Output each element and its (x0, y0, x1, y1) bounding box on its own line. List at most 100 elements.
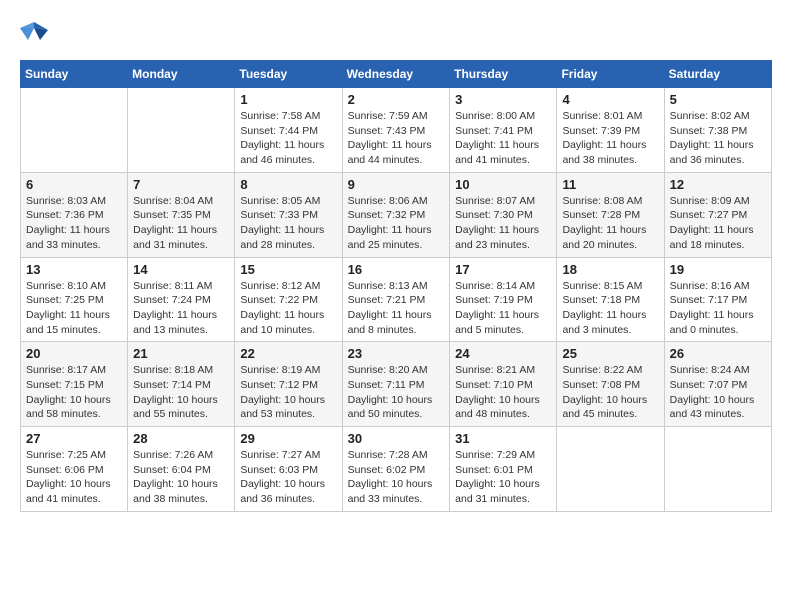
calendar-cell: 25 Sunrise: 8:22 AMSunset: 7:08 PMDayligh… (557, 342, 664, 427)
day-number: 25 (562, 346, 658, 361)
day-info: Sunrise: 8:05 AMSunset: 7:33 PMDaylight:… (240, 194, 336, 253)
day-number: 12 (670, 177, 766, 192)
calendar-week-3: 13 Sunrise: 8:10 AMSunset: 7:25 PMDayligh… (21, 257, 772, 342)
day-number: 5 (670, 92, 766, 107)
day-number: 13 (26, 262, 122, 277)
calendar-cell: 31 Sunrise: 7:29 AMSunset: 6:01 PMDayligh… (450, 427, 557, 512)
day-info: Sunrise: 8:16 AMSunset: 7:17 PMDaylight:… (670, 279, 766, 338)
day-number: 27 (26, 431, 122, 446)
day-info: Sunrise: 8:11 AMSunset: 7:24 PMDaylight:… (133, 279, 229, 338)
calendar-cell: 21Sunrise: 8:18 AMSunset: 7:14 PMDayligh… (128, 342, 235, 427)
calendar-cell: 12 Sunrise: 8:09 AMSunset: 7:27 PMDayligh… (664, 172, 771, 257)
day-number: 26 (670, 346, 766, 361)
day-number: 6 (26, 177, 122, 192)
calendar-cell: 19 Sunrise: 8:16 AMSunset: 7:17 PMDayligh… (664, 257, 771, 342)
day-info: Sunrise: 8:13 AMSunset: 7:21 PMDaylight:… (348, 279, 445, 338)
calendar-cell: 9 Sunrise: 8:06 AMSunset: 7:32 PMDaylight… (342, 172, 450, 257)
day-number: 16 (348, 262, 445, 277)
day-number: 30 (348, 431, 445, 446)
day-info: Sunrise: 8:21 AMSunset: 7:10 PMDaylight:… (455, 363, 551, 422)
day-number: 31 (455, 431, 551, 446)
calendar-cell: 2 Sunrise: 7:59 AMSunset: 7:43 PMDaylight… (342, 88, 450, 173)
day-number: 17 (455, 262, 551, 277)
calendar-cell: 15 Sunrise: 8:12 AMSunset: 7:22 PMDayligh… (235, 257, 342, 342)
calendar-cell: 28 Sunrise: 7:26 AMSunset: 6:04 PMDayligh… (128, 427, 235, 512)
day-info: Sunrise: 7:29 AMSunset: 6:01 PMDaylight:… (455, 448, 551, 507)
day-number: 23 (348, 346, 445, 361)
day-info: Sunrise: 8:22 AMSunset: 7:08 PMDaylight:… (562, 363, 658, 422)
day-info: Sunrise: 8:19 AMSunset: 7:12 PMDaylight:… (240, 363, 336, 422)
day-info: Sunrise: 8:01 AMSunset: 7:39 PMDaylight:… (562, 109, 658, 168)
day-number: 29 (240, 431, 336, 446)
day-info: Sunrise: 7:58 AMSunset: 7:44 PMDaylight:… (240, 109, 336, 168)
day-number: 19 (670, 262, 766, 277)
day-number: 1 (240, 92, 336, 107)
calendar-cell: 1 Sunrise: 7:58 AMSunset: 7:44 PMDaylight… (235, 88, 342, 173)
day-info: Sunrise: 7:59 AMSunset: 7:43 PMDaylight:… (348, 109, 445, 168)
day-info: Sunrise: 8:12 AMSunset: 7:22 PMDaylight:… (240, 279, 336, 338)
calendar-cell: 23 Sunrise: 8:20 AMSunset: 7:11 PMDayligh… (342, 342, 450, 427)
day-info: Sunrise: 8:08 AMSunset: 7:28 PMDaylight:… (562, 194, 658, 253)
day-number: 28 (133, 431, 229, 446)
day-info: Sunrise: 7:28 AMSunset: 6:02 PMDaylight:… (348, 448, 445, 507)
day-number: 15 (240, 262, 336, 277)
calendar-cell (128, 88, 235, 173)
weekday-header-sunday: Sunday (21, 61, 128, 88)
day-info: Sunrise: 7:27 AMSunset: 6:03 PMDaylight:… (240, 448, 336, 507)
day-number: 10 (455, 177, 551, 192)
day-info: Sunrise: 8:15 AMSunset: 7:18 PMDaylight:… (562, 279, 658, 338)
calendar-cell: 16 Sunrise: 8:13 AMSunset: 7:21 PMDayligh… (342, 257, 450, 342)
calendar-cell: 24 Sunrise: 8:21 AMSunset: 7:10 PMDayligh… (450, 342, 557, 427)
day-number: 20 (26, 346, 122, 361)
day-number: 3 (455, 92, 551, 107)
day-number: 22 (240, 346, 336, 361)
day-number: 24 (455, 346, 551, 361)
calendar-cell: 27 Sunrise: 7:25 AMSunset: 6:06 PMDayligh… (21, 427, 128, 512)
weekday-header-row: SundayMondayTuesdayWednesdayThursdayFrid… (21, 61, 772, 88)
day-info: Sunrise: 8:14 AMSunset: 7:19 PMDaylight:… (455, 279, 551, 338)
day-number: 21 (133, 346, 229, 361)
day-number: 2 (348, 92, 445, 107)
day-number: 18 (562, 262, 658, 277)
logo-icon (20, 20, 48, 44)
day-info: Sunrise: 8:10 AMSunset: 7:25 PMDaylight:… (26, 279, 122, 338)
day-info: Sunrise: 7:25 AMSunset: 6:06 PMDaylight:… (26, 448, 122, 507)
calendar-cell (21, 88, 128, 173)
calendar-cell: 14Sunrise: 8:11 AMSunset: 7:24 PMDayligh… (128, 257, 235, 342)
calendar-week-4: 20 Sunrise: 8:17 AMSunset: 7:15 PMDayligh… (21, 342, 772, 427)
weekday-header-saturday: Saturday (664, 61, 771, 88)
day-info: Sunrise: 7:26 AMSunset: 6:04 PMDaylight:… (133, 448, 229, 507)
calendar-cell: 7Sunrise: 8:04 AMSunset: 7:35 PMDaylight… (128, 172, 235, 257)
weekday-header-tuesday: Tuesday (235, 61, 342, 88)
calendar-cell: 8 Sunrise: 8:05 AMSunset: 7:33 PMDaylight… (235, 172, 342, 257)
day-info: Sunrise: 8:06 AMSunset: 7:32 PMDaylight:… (348, 194, 445, 253)
calendar-cell: 10 Sunrise: 8:07 AMSunset: 7:30 PMDayligh… (450, 172, 557, 257)
day-info: Sunrise: 8:04 AMSunset: 7:35 PMDaylight:… (133, 194, 229, 253)
calendar-week-5: 27 Sunrise: 7:25 AMSunset: 6:06 PMDayligh… (21, 427, 772, 512)
weekday-header-wednesday: Wednesday (342, 61, 450, 88)
calendar-cell: 4Sunrise: 8:01 AMSunset: 7:39 PMDaylight… (557, 88, 664, 173)
calendar-cell: 5 Sunrise: 8:02 AMSunset: 7:38 PMDaylight… (664, 88, 771, 173)
calendar-cell: 29 Sunrise: 7:27 AMSunset: 6:03 PMDayligh… (235, 427, 342, 512)
calendar-week-1: 1 Sunrise: 7:58 AMSunset: 7:44 PMDaylight… (21, 88, 772, 173)
day-info: Sunrise: 8:07 AMSunset: 7:30 PMDaylight:… (455, 194, 551, 253)
calendar-table: SundayMondayTuesdayWednesdayThursdayFrid… (20, 60, 772, 512)
day-info: Sunrise: 8:17 AMSunset: 7:15 PMDaylight:… (26, 363, 122, 422)
day-info: Sunrise: 8:20 AMSunset: 7:11 PMDaylight:… (348, 363, 445, 422)
calendar-cell: 17 Sunrise: 8:14 AMSunset: 7:19 PMDayligh… (450, 257, 557, 342)
calendar-cell: 30 Sunrise: 7:28 AMSunset: 6:02 PMDayligh… (342, 427, 450, 512)
day-number: 8 (240, 177, 336, 192)
calendar-cell: 26Sunrise: 8:24 AMSunset: 7:07 PMDayligh… (664, 342, 771, 427)
day-number: 11 (562, 177, 658, 192)
calendar-cell: 11 Sunrise: 8:08 AMSunset: 7:28 PMDayligh… (557, 172, 664, 257)
calendar-cell: 6Sunrise: 8:03 AMSunset: 7:36 PMDaylight… (21, 172, 128, 257)
day-info: Sunrise: 8:02 AMSunset: 7:38 PMDaylight:… (670, 109, 766, 168)
day-number: 9 (348, 177, 445, 192)
page-header (20, 20, 772, 44)
calendar-cell: 22 Sunrise: 8:19 AMSunset: 7:12 PMDayligh… (235, 342, 342, 427)
calendar-week-2: 6Sunrise: 8:03 AMSunset: 7:36 PMDaylight… (21, 172, 772, 257)
weekday-header-friday: Friday (557, 61, 664, 88)
calendar-cell: 3Sunrise: 8:00 AMSunset: 7:41 PMDaylight… (450, 88, 557, 173)
day-info: Sunrise: 8:09 AMSunset: 7:27 PMDaylight:… (670, 194, 766, 253)
calendar-cell: 20 Sunrise: 8:17 AMSunset: 7:15 PMDayligh… (21, 342, 128, 427)
